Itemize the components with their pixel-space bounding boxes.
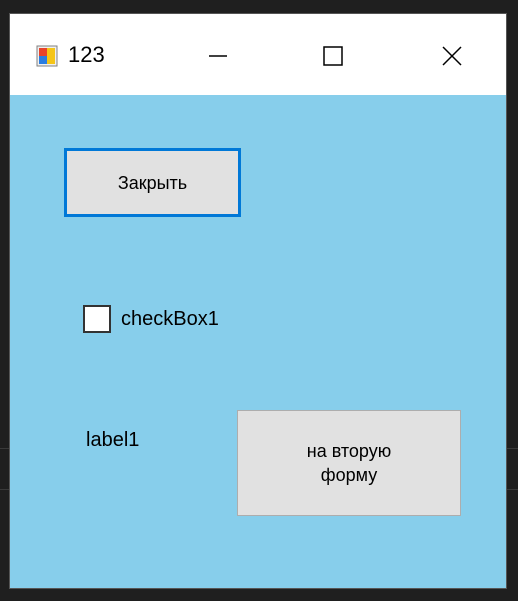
close-window-button[interactable] [422,28,482,84]
minimize-icon [209,55,227,57]
checkbox[interactable] [83,305,111,333]
close-icon [442,46,462,66]
checkbox-label[interactable]: checkBox1 [121,306,219,332]
minimize-button[interactable] [188,28,248,84]
app-icon [36,45,58,67]
label1: label1 [86,429,140,451]
title-bar[interactable]: 123 [10,14,506,95]
window-title: 123 [68,42,105,67]
maximize-icon [323,46,343,66]
close-button[interactable]: Закрыть [64,148,241,217]
form-window: 123 Закрыть checkBox1 label1 на вторую ф… [10,14,506,588]
open-second-form-button[interactable]: на вторую форму [237,410,461,516]
maximize-button[interactable] [303,28,363,84]
